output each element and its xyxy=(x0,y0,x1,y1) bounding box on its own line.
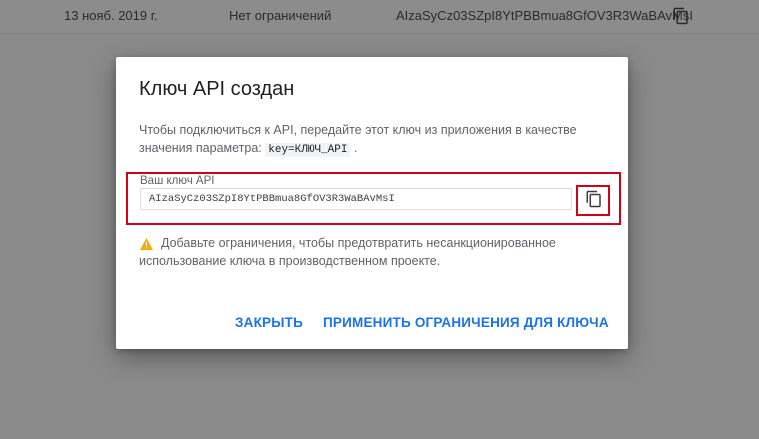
close-button[interactable]: ЗАКРЫТЬ xyxy=(235,315,303,330)
copy-icon[interactable] xyxy=(672,7,690,25)
apply-restrictions-button[interactable]: ПРИМЕНИТЬ ОГРАНИЧЕНИЯ ДЛЯ КЛЮЧА xyxy=(323,315,609,330)
copy-icon xyxy=(586,190,601,208)
background-key-row: 13 нояб. 2019 г. Нет ограничений AIzaSyC… xyxy=(0,0,759,34)
api-key-value: AIzaSyCz03SZpI8YtPBBmua8GfOV3R3WaBAvMsI xyxy=(396,8,693,23)
description-suffix: . xyxy=(353,141,358,155)
warning-text: Добавьте ограничения, чтобы предотвратит… xyxy=(139,236,556,268)
copy-key-button[interactable] xyxy=(585,190,603,208)
param-code: key=КЛЮЧ_API xyxy=(265,143,351,157)
api-key-input[interactable] xyxy=(140,188,572,210)
warning-message: Добавьте ограничения, чтобы предотвратит… xyxy=(139,234,599,270)
api-key-label: Ваш ключ API xyxy=(140,175,215,187)
api-key-created-dialog: Ключ API создан Чтобы подключиться к API… xyxy=(116,57,628,349)
dialog-description: Чтобы подключиться к API, передайте этот… xyxy=(139,121,599,159)
description-text: Чтобы подключиться к API, передайте этот… xyxy=(139,123,577,155)
restrictions-status: Нет ограничений xyxy=(229,8,332,23)
created-date: 13 нояб. 2019 г. xyxy=(64,8,158,23)
dialog-title: Ключ API создан xyxy=(139,78,295,100)
